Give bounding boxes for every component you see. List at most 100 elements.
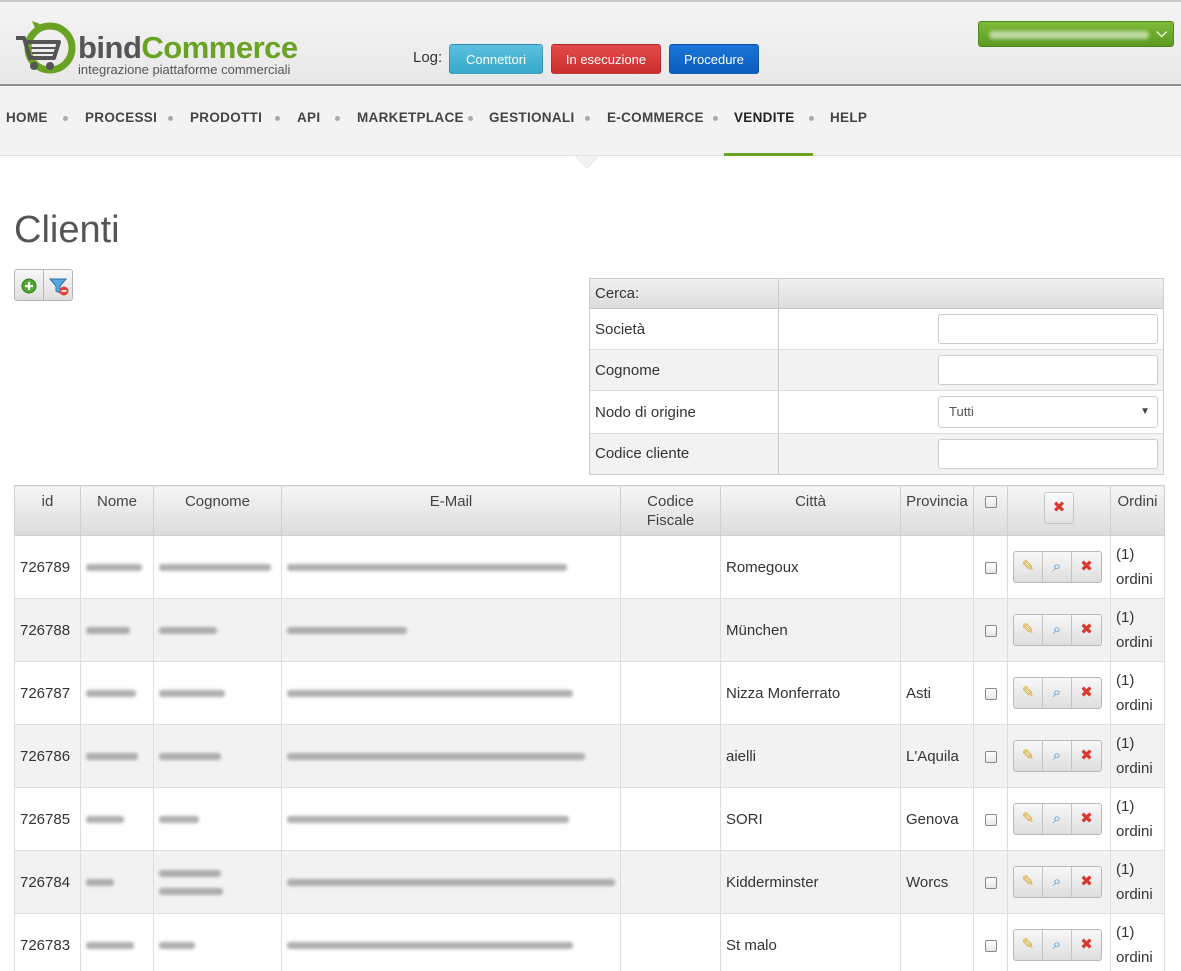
delete-icon[interactable]: ✖ xyxy=(1072,804,1101,834)
ordini-count: (1) xyxy=(1116,735,1135,752)
ordini-link[interactable]: ordini xyxy=(1116,823,1153,840)
ordini-link[interactable]: ordini xyxy=(1116,634,1153,651)
nav-gestionali[interactable]: GESTIONALI xyxy=(489,86,575,156)
edit-icon[interactable]: ✎ xyxy=(1014,804,1043,834)
cell-ordini[interactable]: (1) ordini xyxy=(1110,598,1165,662)
cell-nome-redacted xyxy=(80,661,154,725)
add-customer-button[interactable] xyxy=(15,270,44,300)
edit-icon[interactable]: ✎ xyxy=(1014,552,1043,582)
row-checkbox[interactable] xyxy=(984,939,997,952)
table-row: 726784 Kidderminster Worcs ✎ ⌕ ✖ (1) ordini xyxy=(14,850,1165,914)
codice-input[interactable] xyxy=(938,439,1158,469)
magnifier-icon[interactable]: ⌕ xyxy=(1043,804,1072,834)
search-row-cognome: Cognome xyxy=(590,350,1163,391)
nav-home[interactable]: HOME xyxy=(6,86,48,156)
cell-citta: Nizza Monferrato xyxy=(720,661,901,725)
cell-citta: Romegoux xyxy=(720,535,901,599)
magnifier-icon[interactable]: ⌕ xyxy=(1043,615,1072,645)
magnifier-icon[interactable]: ⌕ xyxy=(1043,678,1072,708)
nav-separator xyxy=(275,116,280,121)
connettori-button[interactable]: Connettori xyxy=(449,44,543,74)
ordini-count: (1) xyxy=(1116,546,1135,563)
edit-icon[interactable]: ✎ xyxy=(1014,741,1043,771)
edit-icon[interactable]: ✎ xyxy=(1014,867,1043,897)
ordini-count: (1) xyxy=(1116,924,1135,941)
row-checkbox[interactable] xyxy=(984,750,997,763)
cell-ordini[interactable]: (1) ordini xyxy=(1110,724,1165,788)
col-provincia[interactable]: Provincia xyxy=(900,485,974,536)
cell-checkbox xyxy=(973,661,1008,725)
ordini-count: (1) xyxy=(1116,861,1135,878)
delete-icon[interactable]: ✖ xyxy=(1072,678,1101,708)
nav-prodotti[interactable]: PRODOTTI xyxy=(190,86,262,156)
ordini-link[interactable]: ordini xyxy=(1116,697,1153,714)
in-esecuzione-button[interactable]: In esecuzione xyxy=(551,44,661,74)
plus-circle-icon xyxy=(21,278,37,294)
magnifier-icon[interactable]: ⌕ xyxy=(1043,552,1072,582)
row-checkbox[interactable] xyxy=(984,813,997,826)
col-codice-fiscale[interactable]: Codice Fiscale xyxy=(620,485,721,536)
procedure-button[interactable]: Procedure xyxy=(669,44,759,74)
ordini-link[interactable]: ordini xyxy=(1116,886,1153,903)
nodo-label: Nodo di origine xyxy=(590,391,779,433)
cell-id: 726787 xyxy=(14,661,81,725)
cell-actions: ✎ ⌕ ✖ xyxy=(1007,850,1111,914)
cell-ordini[interactable]: (1) ordini xyxy=(1110,535,1165,599)
nav-vendite[interactable]: VENDITE xyxy=(734,86,795,156)
cell-id: 726783 xyxy=(14,913,81,971)
magnifier-icon[interactable]: ⌕ xyxy=(1043,867,1072,897)
societa-input[interactable] xyxy=(938,314,1158,344)
cell-actions: ✎ ⌕ ✖ xyxy=(1007,661,1111,725)
user-menu-dropdown[interactable]: ⌵ xyxy=(978,21,1174,47)
delete-icon[interactable]: ✖ xyxy=(1072,615,1101,645)
ordini-link[interactable]: ordini xyxy=(1116,760,1153,777)
col-email[interactable]: E-Mail xyxy=(281,485,621,536)
cell-ordini[interactable]: (1) ordini xyxy=(1110,913,1165,971)
delete-selected-button[interactable]: ✖ xyxy=(1044,492,1074,524)
nav-help[interactable]: HELP xyxy=(830,86,867,156)
col-id[interactable]: id xyxy=(14,485,81,536)
delete-icon[interactable]: ✖ xyxy=(1072,867,1101,897)
edit-icon[interactable]: ✎ xyxy=(1014,615,1043,645)
col-cognome[interactable]: Cognome xyxy=(153,485,282,536)
delete-icon[interactable]: ✖ xyxy=(1072,930,1101,960)
clear-filter-button[interactable] xyxy=(44,270,73,300)
nav-separator xyxy=(713,116,718,121)
select-all-checkbox[interactable] xyxy=(984,496,997,509)
log-label: Log: xyxy=(413,49,443,66)
cell-ordini[interactable]: (1) ordini xyxy=(1110,850,1165,914)
ordini-link[interactable]: ordini xyxy=(1116,571,1153,588)
cell-ordini[interactable]: (1) ordini xyxy=(1110,787,1165,851)
nav-marketplace[interactable]: MARKETPLACE xyxy=(357,86,464,156)
nav-active-underline xyxy=(724,153,813,156)
col-citta[interactable]: Città xyxy=(720,485,901,536)
delete-icon[interactable]: ✖ xyxy=(1072,741,1101,771)
col-ordini: Ordini xyxy=(1110,485,1165,536)
delete-icon[interactable]: ✖ xyxy=(1072,552,1101,582)
cell-id: 726789 xyxy=(14,535,81,599)
nodo-select[interactable]: Tutti ▼ xyxy=(938,396,1158,428)
row-checkbox[interactable] xyxy=(984,876,997,889)
nav-e-commerce[interactable]: E-COMMERCE xyxy=(607,86,704,156)
bindcommerce-logo[interactable]: bindCommerce integrazione piattaforme co… xyxy=(14,18,304,82)
magnifier-icon[interactable]: ⌕ xyxy=(1043,930,1072,960)
edit-icon[interactable]: ✎ xyxy=(1014,930,1043,960)
cell-actions: ✎ ⌕ ✖ xyxy=(1007,787,1111,851)
search-header: Cerca: xyxy=(590,279,1163,309)
nav-processi[interactable]: PROCESSI xyxy=(85,86,157,156)
row-checkbox[interactable] xyxy=(984,687,997,700)
cell-cognome-redacted xyxy=(153,850,282,914)
col-nome[interactable]: Nome xyxy=(80,485,154,536)
cognome-input[interactable] xyxy=(938,355,1158,385)
cell-citta: SORI xyxy=(720,787,901,851)
nav-separator xyxy=(809,116,814,121)
row-checkbox[interactable] xyxy=(984,561,997,574)
ordini-link[interactable]: ordini xyxy=(1116,949,1153,966)
row-checkbox[interactable] xyxy=(984,624,997,637)
cell-email-redacted xyxy=(281,535,621,599)
edit-icon[interactable]: ✎ xyxy=(1014,678,1043,708)
nav-api[interactable]: API xyxy=(297,86,320,156)
cell-actions: ✎ ⌕ ✖ xyxy=(1007,598,1111,662)
cell-ordini[interactable]: (1) ordini xyxy=(1110,661,1165,725)
magnifier-icon[interactable]: ⌕ xyxy=(1043,741,1072,771)
